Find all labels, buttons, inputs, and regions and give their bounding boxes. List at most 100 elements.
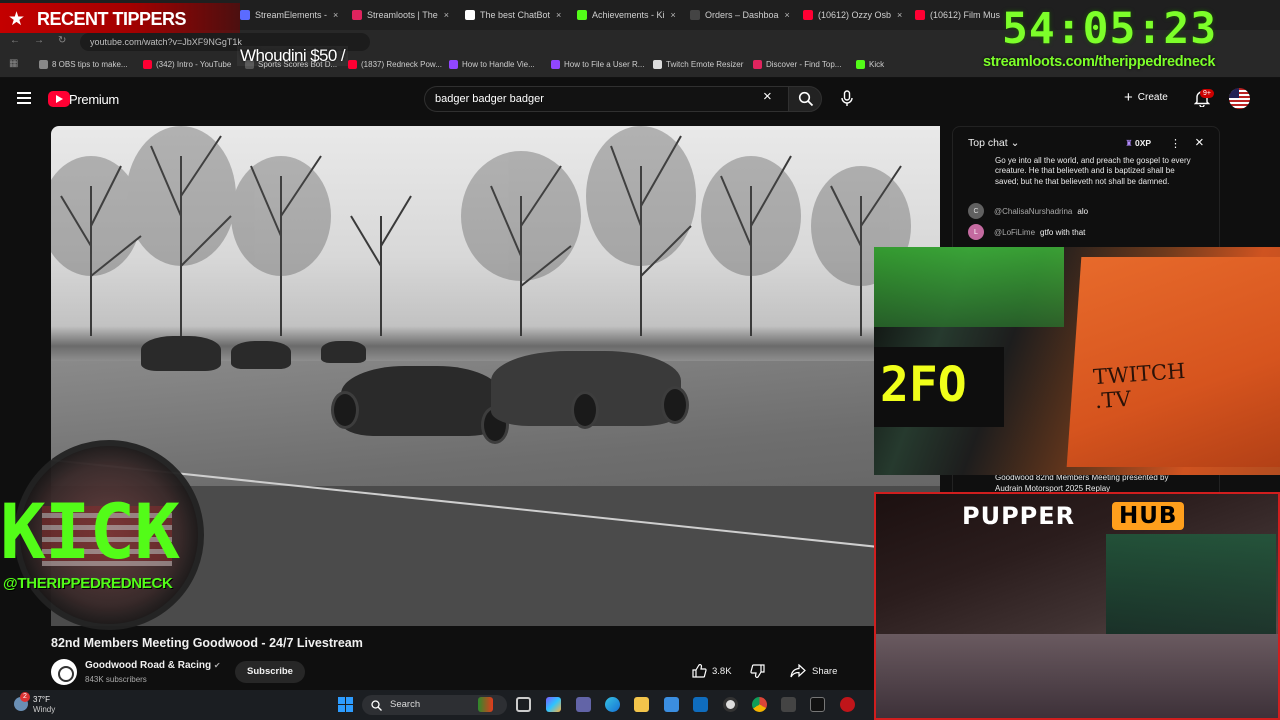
obs-icon[interactable] [723, 697, 738, 712]
more-options-icon[interactable]: ⋮ [1170, 137, 1181, 150]
thumbs-up-icon [692, 664, 707, 678]
bookmark-item[interactable]: How to Handle Vie... [449, 60, 535, 69]
pupper-hub-title: PUPPER [962, 502, 1076, 530]
tab-label: Streamloots | The [367, 10, 438, 20]
like-button[interactable]: 3.8K [691, 659, 766, 683]
tab-close-icon[interactable]: × [785, 10, 790, 20]
back-icon[interactable]: ← [10, 35, 20, 46]
stream-timer: 54:05:23 [1002, 4, 1218, 54]
apps-icon[interactable]: ▦ [9, 58, 18, 69]
streamdeck-icon[interactable] [781, 697, 796, 712]
chili-pepper-app-icon[interactable] [478, 697, 493, 712]
bookmark-label: How to File a User R... [564, 60, 645, 69]
weather-description[interactable]: Windy [33, 705, 55, 714]
pupper-hub-badge: HUB [1112, 502, 1185, 530]
windows-start-icon[interactable] [338, 697, 353, 712]
search-button[interactable] [788, 86, 822, 112]
chat-author-avatar[interactable]: C [968, 203, 984, 219]
chrome-icon[interactable] [752, 697, 767, 712]
share-label: Share [812, 665, 838, 677]
terminal-icon[interactable] [810, 697, 825, 712]
teams-icon[interactable] [576, 697, 591, 712]
search-input[interactable]: badger badger badger [424, 86, 788, 112]
bookmark-item[interactable]: Kick [856, 60, 884, 69]
share-button[interactable]: Share [790, 659, 837, 683]
clear-search-icon[interactable]: × [763, 89, 772, 104]
chat-author-name[interactable]: @LoFiLime [994, 228, 1035, 237]
youtube-header: Premium badger badger badger × + Create 9… [0, 80, 1280, 120]
browser-tab[interactable]: StreamElements - × [240, 4, 342, 26]
pupper-hub-cam: PUPPER HUB [874, 492, 1280, 720]
recent-tippers-banner: ★ RECENT TIPPERS [0, 3, 240, 33]
chat-mode-label: Top chat [968, 137, 1008, 149]
tab-close-icon[interactable]: × [333, 10, 338, 20]
weather-alert-badge: 2 [20, 692, 30, 702]
bookmark-item[interactable]: How to File a User R... [551, 60, 644, 69]
edge-icon[interactable] [605, 697, 620, 712]
video-title: 82nd Members Meeting Goodwood - 24/7 Liv… [51, 636, 363, 650]
kick-handle: @THERIPPEDREDNECK [3, 575, 173, 592]
bookmark-favicon-icon [449, 60, 458, 69]
tab-favicon-icon [240, 10, 250, 20]
chat-author-name[interactable]: @ChalisaNurshadrina [994, 207, 1072, 216]
subscriber-count: 843K subscribers [85, 675, 147, 684]
chat-mode-dropdown[interactable]: Top chat ⌄ [968, 137, 1019, 149]
account-avatar[interactable] [1229, 88, 1250, 109]
tab-close-icon[interactable]: × [444, 10, 449, 20]
racing-app-icon[interactable] [840, 697, 855, 712]
bookmark-item[interactable]: 8 OBS tips to make... [39, 60, 128, 69]
search-icon [798, 91, 814, 107]
browser-tab[interactable]: Orders – Dashboa × [690, 4, 792, 26]
channel-name[interactable]: Goodwood Road & Racing ✔ [85, 660, 221, 671]
tab-close-icon[interactable]: × [897, 10, 902, 20]
bookmark-item[interactable]: Twitch Emote Resizer [653, 60, 743, 69]
tab-favicon-icon [577, 10, 587, 20]
channel-avatar[interactable] [51, 659, 77, 685]
browser-tab[interactable]: Achievements - Ki × [577, 4, 679, 26]
tab-favicon-icon [803, 10, 813, 20]
chat-pinned-banner[interactable]: Goodwood 82nd Members Meeting presented … [995, 473, 1195, 494]
tab-close-icon[interactable]: × [556, 10, 561, 20]
task-view-icon[interactable] [516, 697, 531, 712]
tab-close-icon[interactable]: × [671, 10, 676, 20]
bookmark-label: How to Handle Vie... [462, 60, 535, 69]
verified-badge-icon: ✔ [213, 661, 221, 670]
thumbs-down-icon[interactable] [749, 663, 766, 679]
bookmark-label: 8 OBS tips to make... [52, 60, 128, 69]
forward-icon[interactable]: → [34, 35, 44, 46]
tab-favicon-icon [915, 10, 925, 20]
xp-badge[interactable]: ♜ 0XP [1125, 138, 1151, 149]
voice-search-button[interactable] [837, 88, 857, 108]
subscribe-button[interactable]: Subscribe [235, 661, 305, 683]
bookmark-item[interactable]: (342) Intro - YouTube [143, 60, 231, 69]
bookmark-label: (1837) Redneck Pow... [361, 60, 442, 69]
weather-temperature[interactable]: 37°F [33, 695, 50, 704]
crown-icon: ♜ [1125, 138, 1133, 148]
browser-tab[interactable]: The best ChatBot × [465, 4, 567, 26]
bookmark-item[interactable]: (1837) Redneck Pow... [348, 60, 442, 69]
chat-message-text: alo [1077, 206, 1089, 216]
taskbar-search-label: Search [390, 699, 421, 710]
file-explorer-icon[interactable] [634, 697, 649, 712]
menu-icon[interactable] [17, 92, 31, 104]
youtube-brand-label[interactable]: Premium [69, 92, 119, 107]
bookmark-item[interactable]: Discover - Find Top... [753, 60, 841, 69]
copilot-icon[interactable] [546, 697, 561, 712]
youtube-logo-icon[interactable] [48, 91, 70, 107]
store-icon[interactable] [664, 697, 679, 712]
tab-label: Achievements - Ki [592, 10, 665, 20]
xp-label: 0XP [1135, 138, 1152, 148]
bookmark-favicon-icon [753, 60, 762, 69]
outlook-icon[interactable] [693, 697, 708, 712]
pupper-room-shelves [1106, 534, 1276, 634]
create-button[interactable]: + Create [1124, 89, 1168, 106]
close-icon[interactable]: × [1195, 134, 1204, 151]
browser-tab[interactable]: (10612) Film Musi [915, 4, 1000, 26]
channel-name-label: Goodwood Road & Racing [85, 660, 212, 671]
race-car [141, 336, 221, 371]
reload-icon[interactable]: ↻ [58, 35, 66, 46]
browser-tab[interactable]: (10612) Ozzy Osb × [803, 4, 905, 26]
chat-author-avatar[interactable]: L [968, 224, 984, 240]
browser-tab[interactable]: Streamloots | The × [352, 4, 454, 26]
recent-tipper-entry: Whoudini $50 / [237, 46, 349, 66]
